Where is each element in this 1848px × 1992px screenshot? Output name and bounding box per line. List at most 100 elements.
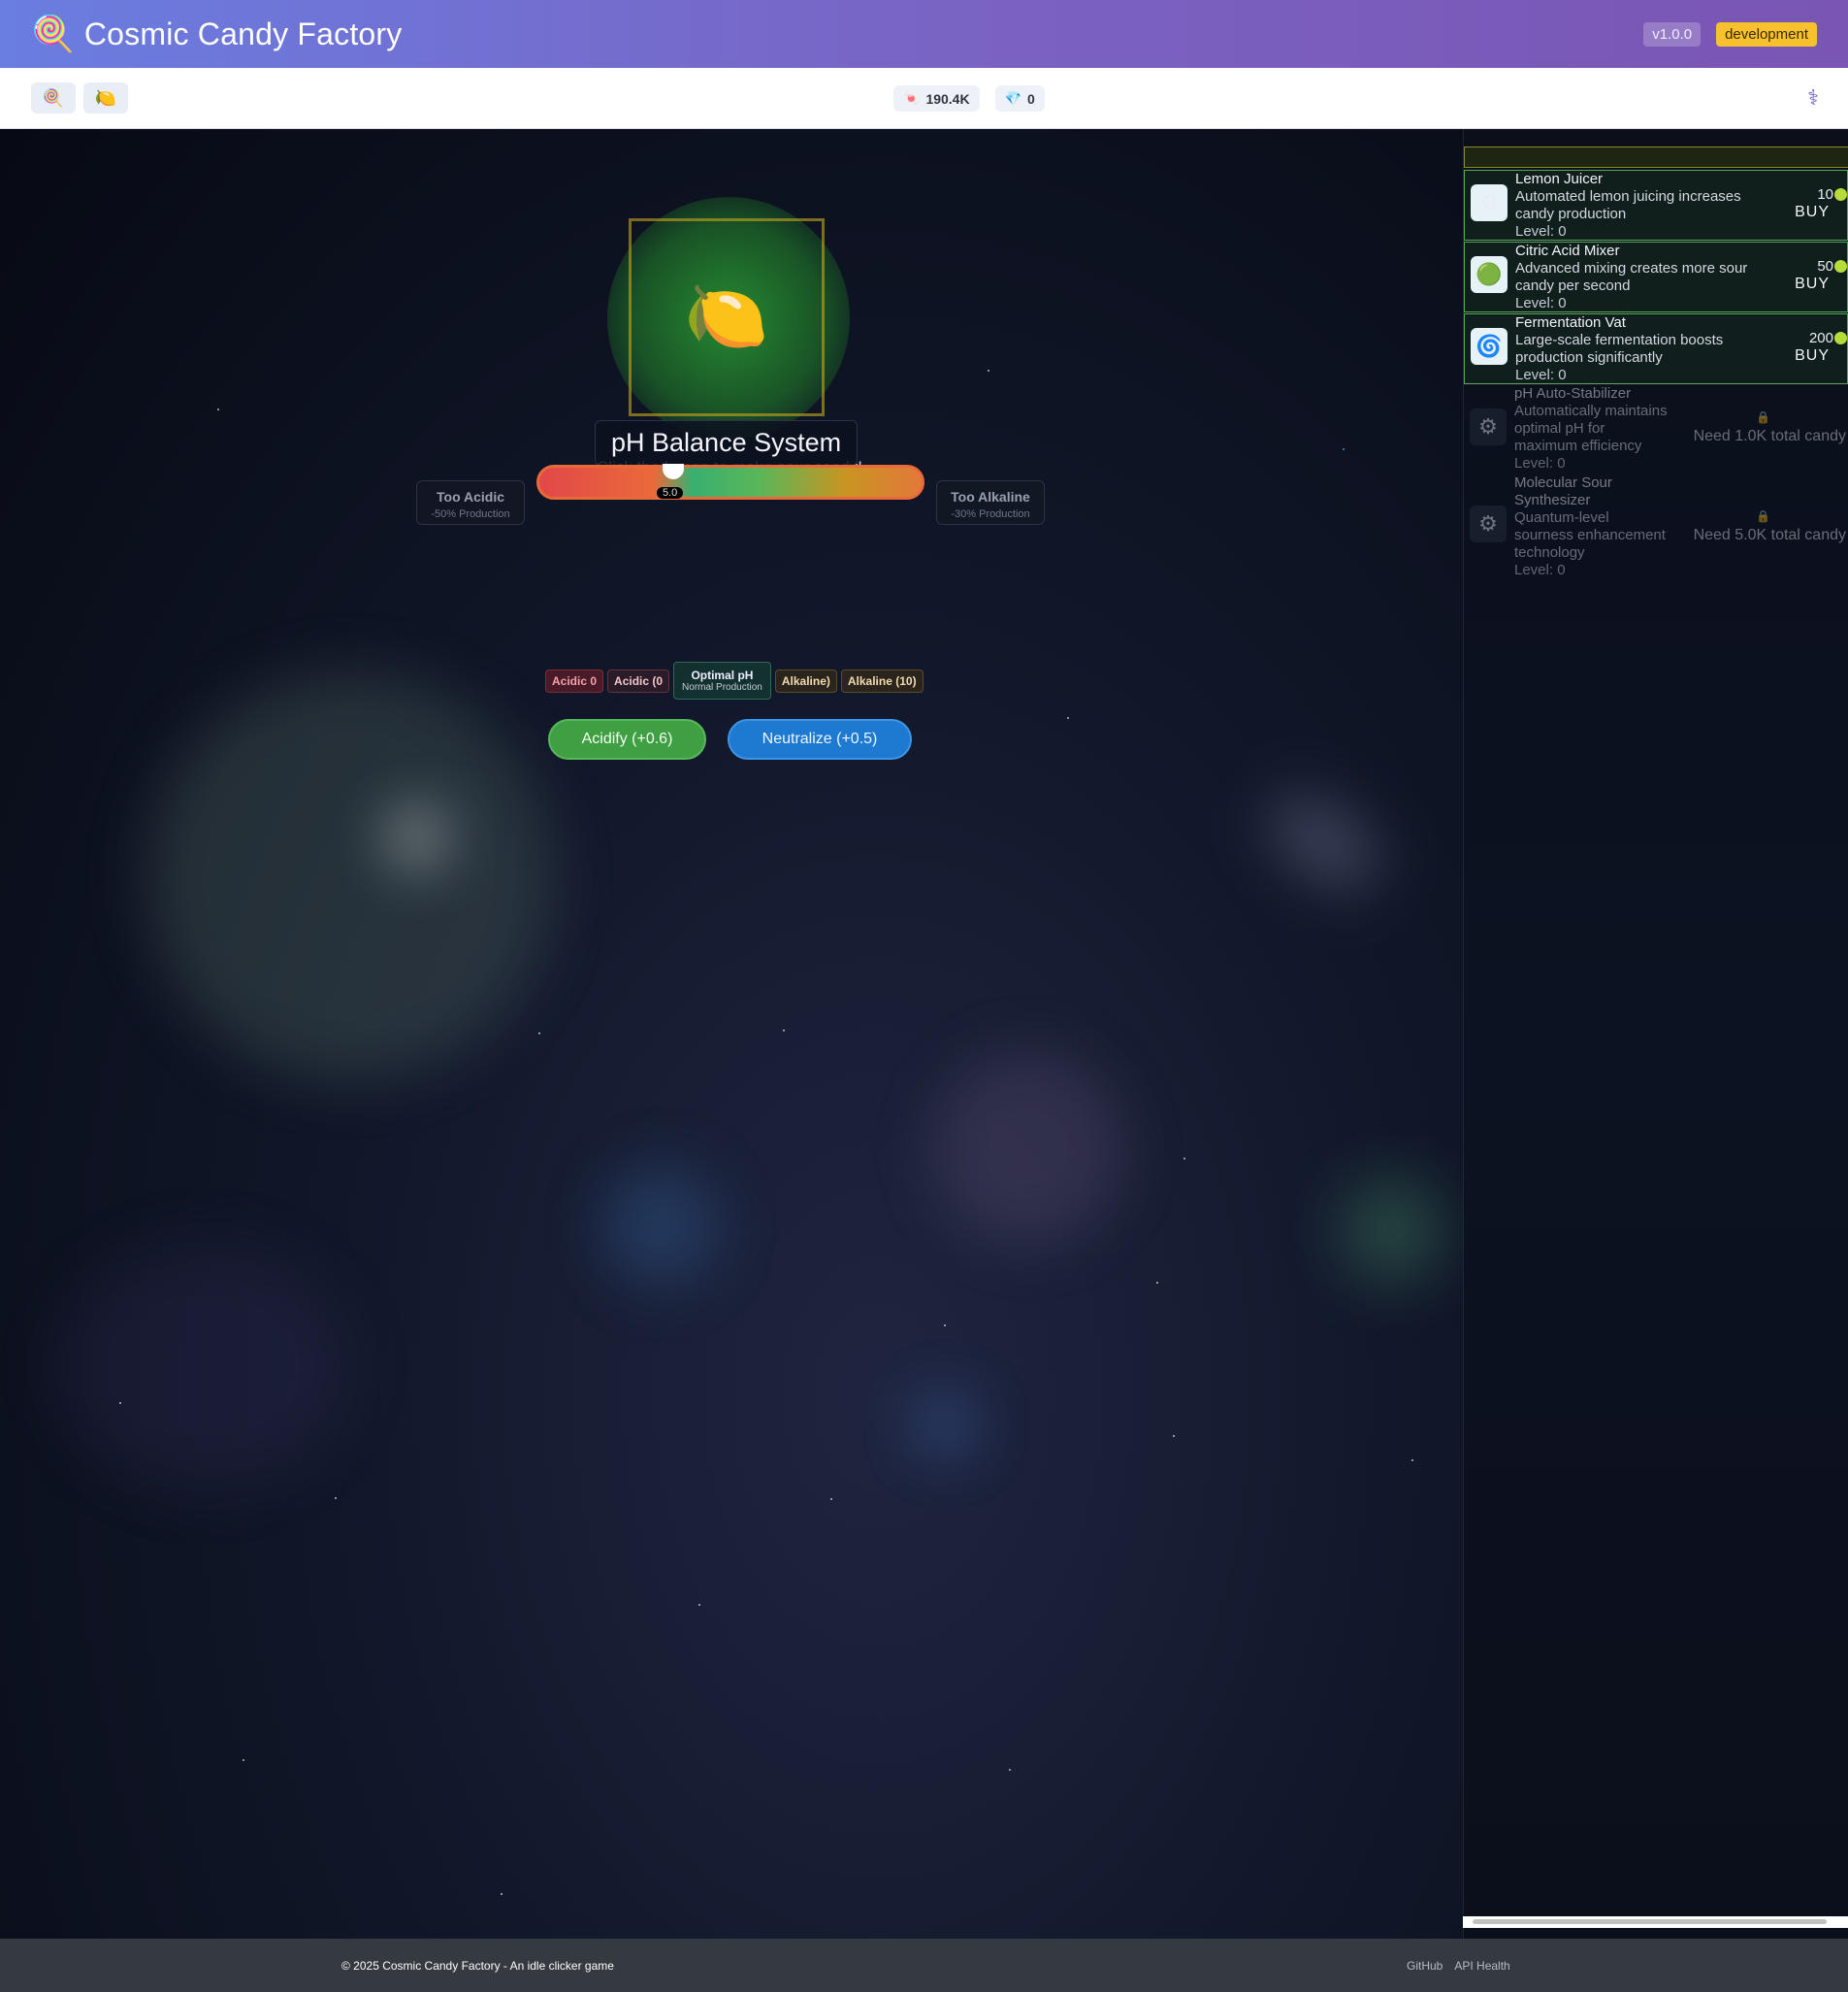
lemon-glow: 🍋 [607, 197, 850, 440]
zone-alkaline: Alkaline) [774, 669, 837, 693]
gem-icon: 💎 [1004, 90, 1022, 106]
galaxy-core [388, 808, 446, 866]
lock-icon: 🔒 [1756, 509, 1770, 523]
optimal-title: Optimal pH [691, 669, 754, 682]
candy-count: 190.4K [925, 90, 970, 107]
app-header: 🍭 Cosmic Candy Factory v1.0.0 developmen… [0, 0, 1848, 68]
upgrade-cost: 50 [1817, 258, 1833, 275]
upgrade-fermentation-vat[interactable]: 🌀 Fermentation Vat Large-scale fermentat… [1464, 313, 1848, 384]
upgrade-cost: 10 [1817, 186, 1833, 203]
horizontal-scrollbar[interactable] [1463, 1916, 1848, 1928]
nebula-green [1339, 1177, 1445, 1284]
lollipop-icon: 🍭 [42, 87, 65, 108]
upgrade-desc-line: maximum efficiency [1514, 438, 1642, 454]
ph-zones: Acidic 0 Acidic (0 Optimal pH Normal Pro… [545, 662, 924, 700]
upgrade-name: pH Auto-Stabilizer [1514, 385, 1632, 402]
zone-acidic: Acidic (0 [607, 669, 670, 693]
resource-counters: 🍬 190.4K 💎 0 [893, 85, 1045, 112]
ph-marker[interactable] [663, 464, 684, 479]
zone-alkaline-10: Alkaline (10) [840, 669, 924, 693]
unlock-requirement: Need 1.0K total candy [1693, 428, 1846, 444]
unlock-requirement: Need 5.0K total candy [1693, 527, 1846, 543]
too-alkaline-title: Too Alkaline [951, 489, 1030, 505]
acidify-button[interactable]: Acidify (+0.6) [548, 719, 706, 760]
upgrade-level: Level: 0 [1515, 295, 1567, 311]
lollipop-logo-icon: 🍭 [31, 14, 75, 53]
lemon-icon: 🍋 [684, 278, 769, 354]
buy-button[interactable]: BUY [1795, 276, 1830, 293]
upgrade-name: Fermentation Vat [1515, 314, 1626, 331]
upgrade-desc-line: candy production [1515, 206, 1627, 222]
upgrade-info: Citric Acid Mixer Advanced mixing create… [1515, 243, 1787, 312]
scrollbar-thumb[interactable] [1473, 1919, 1827, 1924]
too-acidic-card: Too Acidic -50% Production [416, 480, 525, 525]
upgrade-desc-line: technology [1514, 544, 1585, 561]
lemon-tab-button[interactable]: 🍋 [83, 82, 128, 114]
optimal-sub: Normal Production [682, 682, 762, 693]
lemon-icon: 🍋 [94, 87, 117, 108]
too-alkaline-effect: -30% Production [951, 508, 1030, 520]
swirl-icon: 🌀 [1471, 328, 1508, 365]
ph-title: pH Balance System [595, 420, 859, 466]
lemon-click-target[interactable]: 🍋 [629, 218, 825, 416]
zone-optimal: Optimal pH Normal Production [673, 662, 771, 700]
zone-acidic-0: Acidic 0 [545, 669, 604, 693]
upgrade-level: Level: 0 [1515, 223, 1567, 240]
api-health-link[interactable]: API Health [1454, 1959, 1509, 1973]
upgrade-desc-line: Large-scale fermentation boosts [1515, 332, 1724, 348]
coin-icon [1834, 260, 1847, 273]
nebula-violet [58, 1245, 349, 1487]
caduceus-icon[interactable]: ⚕ [1807, 85, 1819, 111]
app-title: Cosmic Candy Factory [83, 16, 403, 51]
upgrade-level: Level: 0 [1514, 562, 1566, 578]
candy-counter: 🍬 190.4K [893, 85, 980, 112]
upgrade-level: Level: 0 [1514, 455, 1566, 472]
coin-icon [1834, 332, 1847, 344]
ph-value: 5.0 [657, 487, 684, 499]
spiral-galaxy [146, 672, 553, 1080]
upgrade-lemon-juicer[interactable]: ⚙ Lemon Juicer Automated lemon juicing i… [1464, 170, 1848, 241]
shop-header [1464, 147, 1848, 168]
buy-button[interactable]: BUY [1795, 204, 1830, 221]
version-badge: v1.0.0 [1643, 21, 1702, 47]
neutralize-button[interactable]: Neutralize (+0.5) [728, 719, 912, 760]
blue-star-glow [922, 1400, 970, 1449]
copyright-text: © 2025 Cosmic Candy Factory - An idle cl… [341, 1959, 614, 1973]
too-acidic-title: Too Acidic [437, 489, 504, 505]
upgrade-desc-line: Quantum-level [1514, 509, 1609, 526]
buy-button[interactable]: BUY [1795, 347, 1830, 365]
small-galaxy [1252, 778, 1396, 906]
upgrade-info: Lemon Juicer Automated lemon juicing inc… [1515, 171, 1787, 241]
environment-badge: development [1716, 21, 1817, 47]
upgrade-desc-line: candy per second [1515, 278, 1631, 294]
candy-icon: 🍬 [903, 90, 921, 106]
gem-count: 0 [1027, 90, 1035, 107]
too-alkaline-card: Too Alkaline -30% Production [936, 480, 1045, 525]
upgrade-ph-auto-stabilizer: ⚙ pH Auto-Stabilizer Automatically maint… [1464, 385, 1848, 474]
green-orb-icon: 🟢 [1471, 256, 1508, 293]
upgrade-name: Molecular Sour [1514, 474, 1612, 491]
gem-counter: 💎 0 [994, 85, 1045, 112]
upgrade-molecular-sour-synthesizer: ⚙ Molecular Sour Synthesizer Quantum-lev… [1464, 474, 1848, 579]
nebula-blue [601, 1167, 718, 1284]
ph-meter[interactable]: 5.0 [536, 464, 924, 500]
upgrade-desc-line: optimal pH for [1514, 420, 1605, 437]
locked-gear-icon: ⚙ [1470, 408, 1507, 445]
coin-icon [1834, 188, 1847, 201]
upgrade-name: Lemon Juicer [1515, 171, 1604, 187]
upgrade-citric-acid-mixer[interactable]: 🟢 Citric Acid Mixer Advanced mixing crea… [1464, 242, 1848, 312]
upgrade-desc-line: Automated lemon juicing increases [1515, 188, 1741, 205]
too-acidic-effect: -50% Production [431, 508, 510, 520]
upgrade-desc-line: sourness enhancement [1514, 527, 1666, 543]
upgrade-level: Level: 0 [1515, 367, 1567, 383]
lollipop-tab-button[interactable]: 🍭 [31, 82, 76, 114]
toolbar: 🍭 🍋 🍬 190.4K 💎 0 ⚕ [0, 68, 1848, 129]
github-link[interactable]: GitHub [1407, 1959, 1443, 1973]
header-badges: v1.0.0 development [1643, 21, 1817, 47]
game-area: 🍋 Click the lemon to make sour candy! [0, 129, 1463, 1939]
footer: © 2025 Cosmic Candy Factory - An idle cl… [0, 1939, 1848, 1992]
gear-icon: ⚙ [1471, 184, 1508, 221]
upgrade-shop: ⚙ Lemon Juicer Automated lemon juicing i… [1463, 129, 1848, 1939]
nebula-purple [931, 1051, 1125, 1245]
upgrade-info: Fermentation Vat Large-scale fermentatio… [1515, 314, 1787, 384]
